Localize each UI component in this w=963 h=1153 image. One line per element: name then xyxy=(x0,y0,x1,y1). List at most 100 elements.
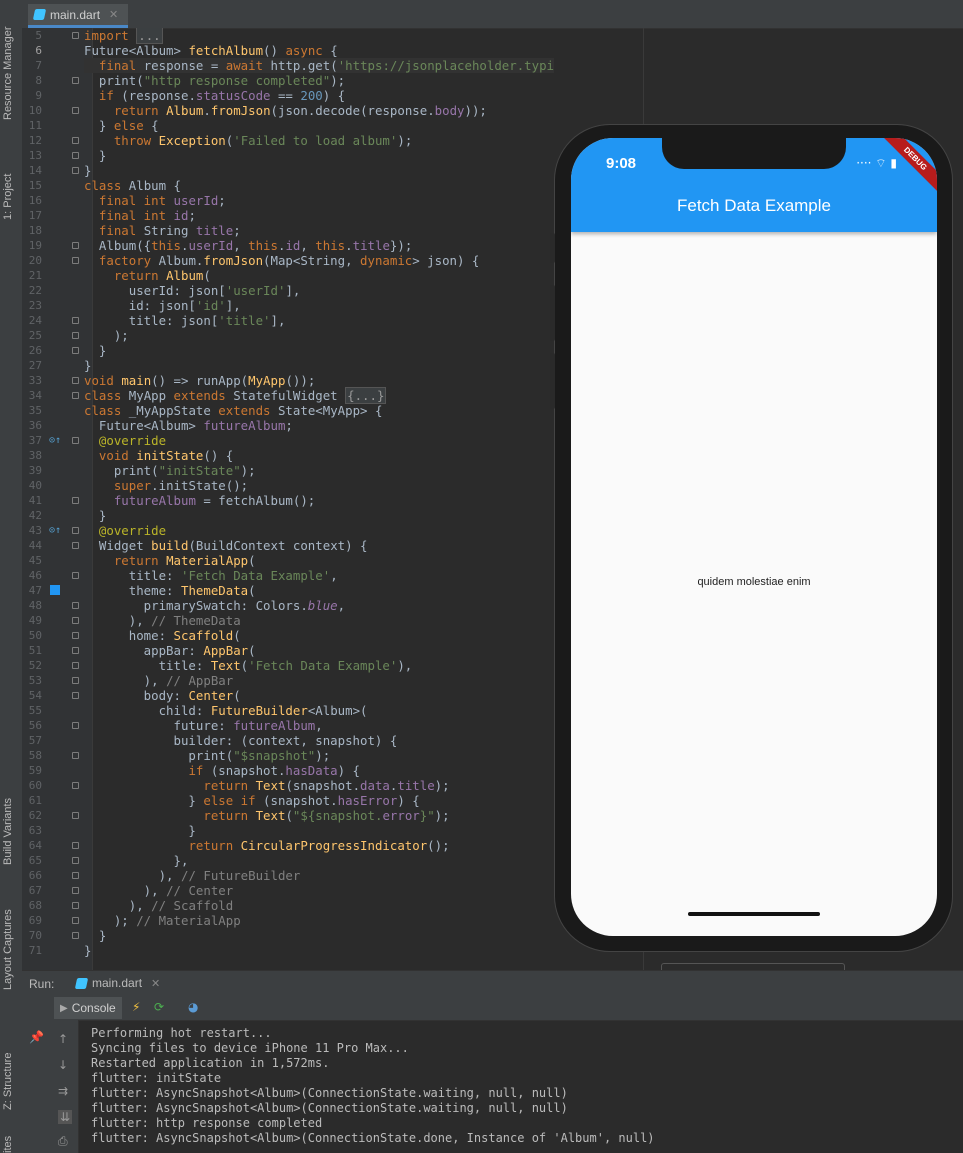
device-notch xyxy=(662,138,846,169)
arrow-down-icon[interactable]: ↓ xyxy=(58,1058,68,1072)
tab-label: main.dart xyxy=(50,7,101,22)
status-time: 9:08 xyxy=(606,155,637,172)
fold-marker-icon[interactable] xyxy=(72,377,79,384)
fold-marker-icon[interactable] xyxy=(72,677,79,684)
run-tab-label: main.dart xyxy=(92,976,143,990)
close-icon[interactable]: ✕ xyxy=(151,977,160,990)
hot-reload-icon[interactable]: ⚡ xyxy=(132,1000,140,1014)
volume-down-button[interactable] xyxy=(550,353,555,409)
console-output[interactable]: Performing hot restart... Syncing files t… xyxy=(91,1026,951,1146)
silent-switch xyxy=(550,233,555,263)
code-line: final int userId; xyxy=(98,193,226,208)
fold-marker-icon[interactable] xyxy=(72,167,79,174)
wifi-battery-icon: ···· ⌔ ▮ xyxy=(856,156,897,170)
hot-restart-icon[interactable]: ⟳ xyxy=(154,1000,164,1014)
line-number: 38 xyxy=(28,449,42,462)
run-tab-main-dart[interactable]: main.dart ✕ xyxy=(74,976,160,990)
fold-marker-icon[interactable] xyxy=(72,347,79,354)
line-number: 69 xyxy=(28,914,42,927)
album-title-text: quidem molestiae enim xyxy=(697,576,811,588)
editor-gutter: 5 6 7 8 9 10 11 12 13 14 15 16 17 18 19 20 21 22 23 24 25 26 2… xyxy=(22,28,93,970)
fold-marker-icon[interactable] xyxy=(72,257,79,264)
devtools-icon[interactable]: ◕ xyxy=(188,1000,198,1014)
code-editor[interactable]: import ... Future<Album> fetchAlbum() as… xyxy=(84,28,554,970)
resource-manager-tab[interactable]: Resource Manager xyxy=(2,10,20,120)
override-marker-icon[interactable]: ⊙↑ xyxy=(49,433,61,448)
home-indicator[interactable] xyxy=(688,912,820,916)
fold-marker-icon[interactable] xyxy=(72,542,79,549)
line-number: 55 xyxy=(28,704,42,717)
console-tab[interactable]: ▶ Console xyxy=(54,997,122,1019)
fold-marker-icon[interactable] xyxy=(72,107,79,114)
fold-marker-icon[interactable] xyxy=(72,932,79,939)
fold-marker-icon[interactable] xyxy=(72,872,79,879)
line-number: 42 xyxy=(28,509,42,522)
tab-main-dart[interactable]: main.dart ✕ xyxy=(28,4,129,28)
structure-tab[interactable]: Z: Structure xyxy=(2,1030,20,1110)
device-screen[interactable]: 9:08 ···· ⌔ ▮ DEBUG Fetch Data Example q… xyxy=(571,138,937,936)
fold-marker-icon[interactable] xyxy=(72,887,79,894)
code-line: title: Text('Fetch Data Example'), xyxy=(84,658,413,673)
fold-marker-icon[interactable] xyxy=(72,692,79,699)
fold-marker-icon[interactable] xyxy=(72,902,79,909)
fold-marker-icon[interactable] xyxy=(72,722,79,729)
volume-up-button[interactable] xyxy=(550,285,555,341)
dart-file-icon xyxy=(32,9,47,20)
pin-icon[interactable]: 📌 xyxy=(29,1030,44,1044)
line-number: 10 xyxy=(28,104,42,117)
fold-marker-icon[interactable] xyxy=(72,242,79,249)
fold-marker-icon[interactable] xyxy=(72,632,79,639)
fold-marker-icon[interactable] xyxy=(72,497,79,504)
line-number: 35 xyxy=(28,404,42,417)
color-swatch-icon[interactable] xyxy=(50,585,60,595)
code-line: final int id; xyxy=(98,208,196,223)
code-line: @override xyxy=(98,433,167,448)
build-variants-tab[interactable]: Build Variants xyxy=(2,785,20,865)
line-number: 39 xyxy=(28,464,42,477)
code-line: class Album { xyxy=(84,178,181,193)
code-line: factory Album.fromJson(Map<String, dynam… xyxy=(98,253,480,268)
fold-marker-icon[interactable] xyxy=(72,662,79,669)
code-line: future: futureAlbum, xyxy=(84,718,323,733)
fold-marker-icon[interactable] xyxy=(72,572,79,579)
favorites-tab[interactable]: ites xyxy=(2,1130,20,1153)
fold-marker-icon[interactable] xyxy=(72,77,79,84)
fold-marker-icon[interactable] xyxy=(72,812,79,819)
fold-marker-icon[interactable] xyxy=(72,392,79,399)
fold-marker-icon[interactable] xyxy=(72,437,79,444)
fold-marker-icon[interactable] xyxy=(72,842,79,849)
code-line: if (response.statusCode == 200) { xyxy=(98,88,346,103)
soft-wrap-icon[interactable]: ⇉ xyxy=(58,1084,68,1098)
print-icon[interactable]: ⎙ xyxy=(58,1134,68,1149)
line-number: 17 xyxy=(28,209,42,222)
console-line: Syncing files to device iPhone 11 Pro Ma… xyxy=(91,1041,409,1055)
override-marker-icon[interactable]: ⊙↑ xyxy=(49,523,61,538)
fold-marker-icon[interactable] xyxy=(72,782,79,789)
scroll-to-end-icon[interactable]: ⇊ xyxy=(58,1110,73,1124)
fold-marker-icon[interactable] xyxy=(72,857,79,864)
line-number: 45 xyxy=(28,554,42,567)
code-line: print("http response completed"); xyxy=(84,73,346,88)
fold-marker-icon[interactable] xyxy=(72,527,79,534)
fold-marker-icon[interactable] xyxy=(72,752,79,759)
line-number: 22 xyxy=(28,284,42,297)
fold-marker-icon[interactable] xyxy=(72,332,79,339)
fold-marker-icon[interactable] xyxy=(72,32,79,39)
arrow-up-icon[interactable]: ↑ xyxy=(58,1032,68,1046)
fold-marker-icon[interactable] xyxy=(72,137,79,144)
layout-captures-tab[interactable]: Layout Captures xyxy=(2,900,20,990)
fold-marker-icon[interactable] xyxy=(72,152,79,159)
fold-marker-icon[interactable] xyxy=(72,602,79,609)
fold-marker-icon[interactable] xyxy=(72,317,79,324)
code-line: } xyxy=(84,358,92,373)
fold-marker-icon[interactable] xyxy=(72,617,79,624)
fold-marker-icon[interactable] xyxy=(72,917,79,924)
line-number: 66 xyxy=(28,869,42,882)
console-line: flutter: AsyncSnapshot<Album>(Connection… xyxy=(91,1131,655,1145)
project-tab[interactable]: 1: Project xyxy=(2,150,20,220)
fold-marker-icon[interactable] xyxy=(72,647,79,654)
code-line: return Album( xyxy=(113,268,211,283)
line-number: 59 xyxy=(28,764,42,777)
close-icon[interactable]: ✕ xyxy=(109,8,118,21)
code-line: home: Scaffold( xyxy=(84,628,241,643)
